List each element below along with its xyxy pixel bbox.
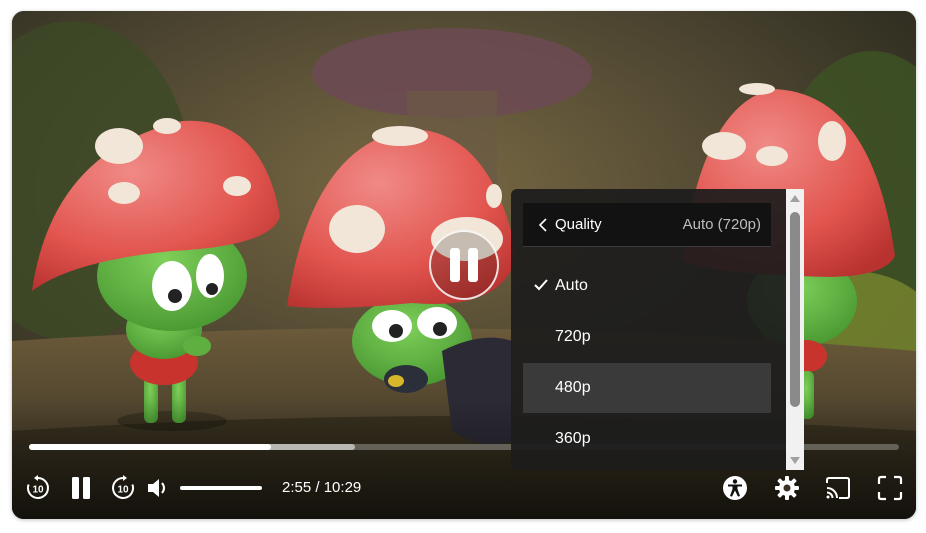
mute-button[interactable] <box>145 470 171 506</box>
quality-option-label: 480p <box>555 379 591 396</box>
current-time: 2:55 <box>282 479 312 496</box>
center-pause-button[interactable] <box>429 230 499 300</box>
fullscreen-icon <box>877 475 903 501</box>
pause-icon-bar <box>468 248 478 282</box>
checkmark-icon <box>534 278 548 296</box>
rewind-seconds-label: 10 <box>32 485 44 496</box>
forward-seconds-label: 10 <box>117 485 129 496</box>
quality-option-label: 720p <box>555 328 591 345</box>
rewind-10-button[interactable]: 10 <box>24 470 52 506</box>
volume-slider[interactable] <box>180 486 262 490</box>
scroll-up-arrow-icon[interactable] <box>790 195 800 202</box>
video-player[interactable]: 10 10 2:55 / 10:29 Quality Auto (720p) A… <box>12 11 916 519</box>
scroll-down-arrow-icon[interactable] <box>790 457 800 464</box>
control-bar: 10 10 2:55 / 10:29 <box>12 470 916 506</box>
fullscreen-button[interactable] <box>876 470 904 506</box>
scrollbar-thumb[interactable] <box>790 212 800 407</box>
time-separator: / <box>311 479 324 496</box>
accessibility-icon <box>723 476 747 500</box>
settings-button[interactable] <box>773 470 801 506</box>
replay-10-icon: 10 <box>27 475 49 499</box>
forward-10-button[interactable]: 10 <box>109 470 137 506</box>
quality-menu: Quality Auto (720p) Auto 720p 480p 360p <box>511 189 804 470</box>
forward-10-icon: 10 <box>112 475 134 499</box>
play-pause-button[interactable] <box>67 470 95 506</box>
total-time: 10:29 <box>323 479 362 496</box>
quality-option-auto[interactable]: Auto <box>523 261 771 311</box>
quality-option-360p[interactable]: 360p <box>523 414 771 464</box>
pause-icon-bar <box>450 248 460 282</box>
time-display: 2:55 / 10:29 <box>282 479 361 496</box>
cast-icon <box>826 477 850 499</box>
quality-current-value: Auto (720p) <box>682 216 761 233</box>
quality-option-label: 360p <box>555 430 591 447</box>
volume-icon <box>148 479 165 497</box>
quality-option-label: Auto <box>555 277 588 294</box>
quality-menu-title: Quality <box>555 216 602 233</box>
quality-menu-scrollbar[interactable] <box>786 189 804 470</box>
chevron-left-icon <box>539 217 547 232</box>
quality-option-720p[interactable]: 720p <box>523 312 771 362</box>
quality-option-480p[interactable]: 480p <box>523 363 771 413</box>
quality-menu-header[interactable]: Quality Auto (720p) <box>523 203 771 247</box>
played-range <box>29 444 271 450</box>
pause-icon <box>72 477 90 499</box>
cast-button[interactable] <box>824 470 852 506</box>
gear-icon <box>775 476 799 500</box>
accessibility-button[interactable] <box>721 470 749 506</box>
